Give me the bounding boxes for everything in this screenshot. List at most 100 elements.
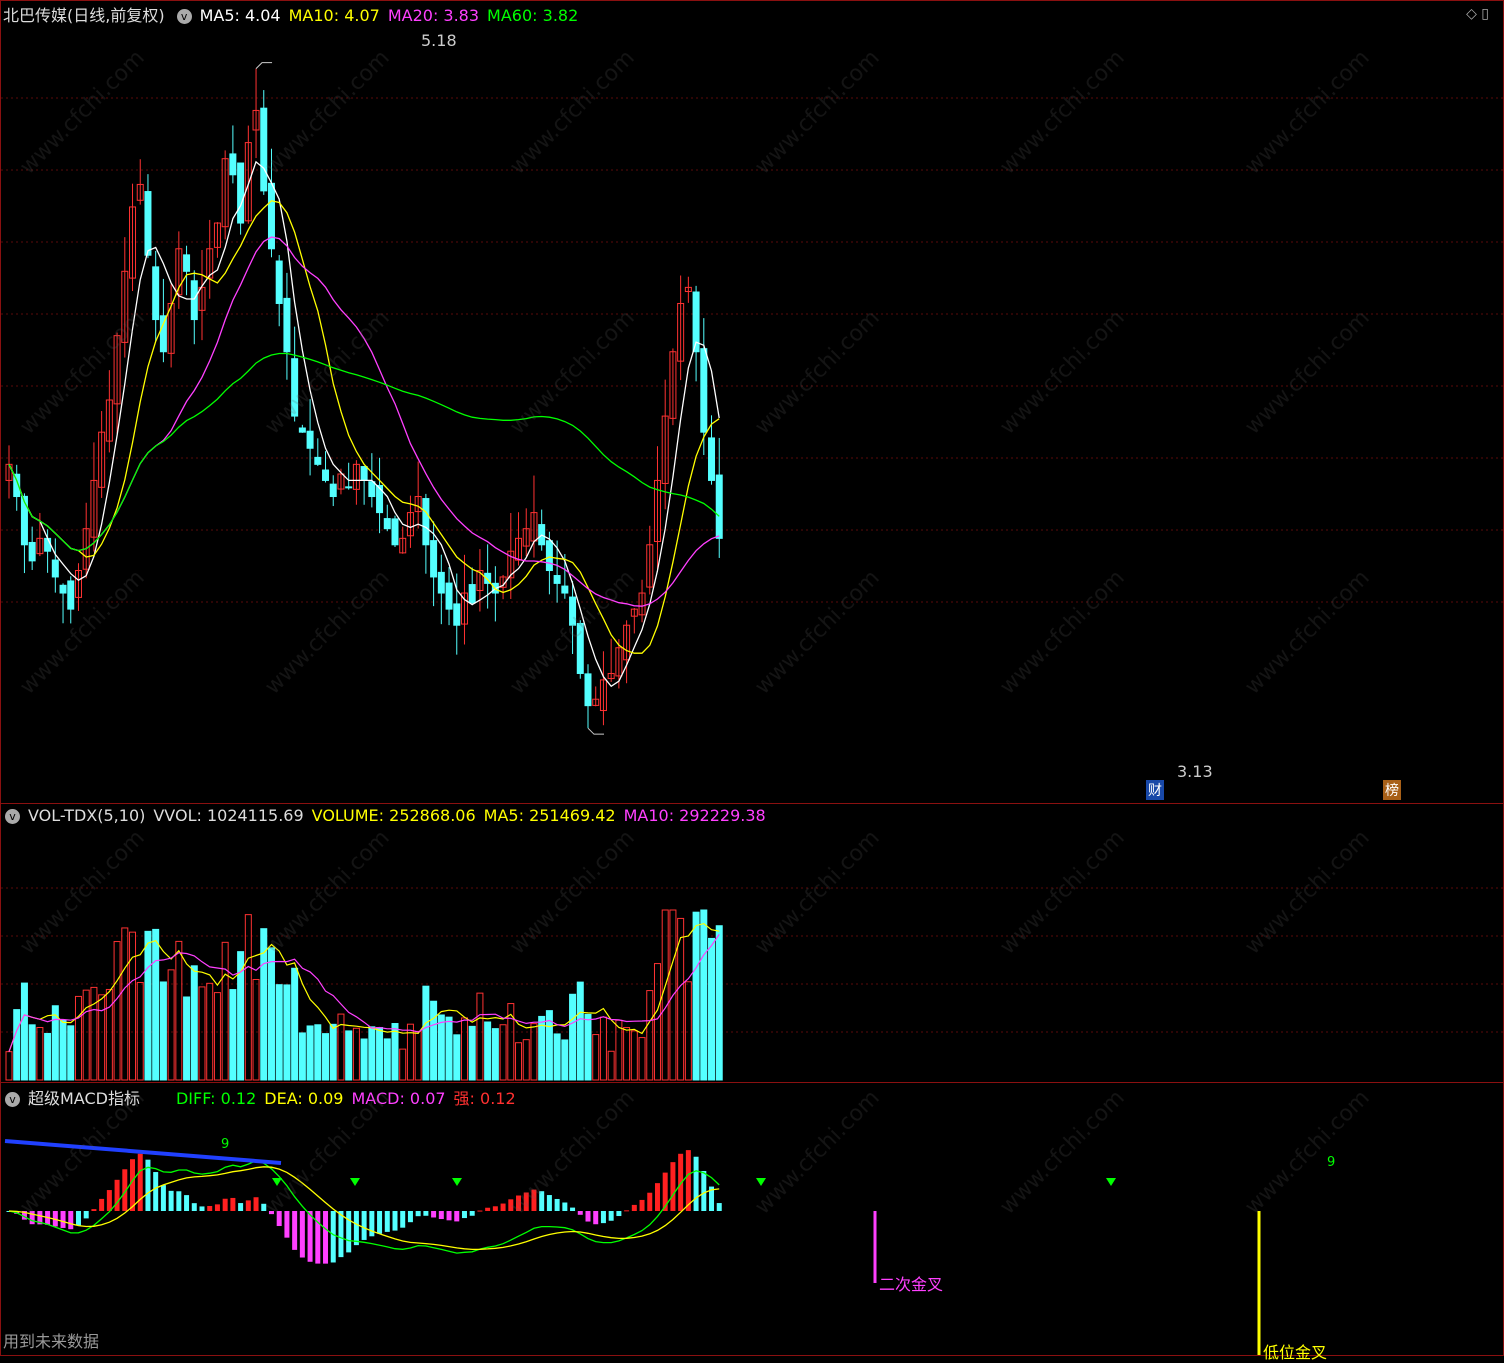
volume-bar [623, 1027, 631, 1081]
macd-panel[interactable]: v 超级MACD指标 DIFF: 0.12 DEA: 0.09 MACD: 0.07 强:… [1, 1082, 1503, 1362]
candle-body [298, 427, 306, 433]
macd-bar [461, 1211, 467, 1219]
volume-bar [352, 1027, 360, 1081]
macd-bar [68, 1211, 74, 1230]
macd-bar [546, 1195, 552, 1211]
vvol-label: VVOL: 1024115.69 [153, 806, 304, 825]
low-pointer [587, 727, 604, 735]
macd-bar [353, 1211, 359, 1246]
volume-bar [437, 1014, 445, 1081]
macd-bar [477, 1210, 483, 1212]
volume-bar [684, 981, 692, 1081]
macd-bar [423, 1211, 429, 1216]
volume-bar [468, 1025, 476, 1081]
volume-chart-svg[interactable] [1, 804, 1503, 1082]
volume-panel[interactable]: v VOL-TDX(5,10) VVOL: 1024115.69 VOLUME: 25… [1, 803, 1503, 1082]
macd-bar [492, 1206, 498, 1211]
macd-chart-svg[interactable] [1, 1083, 1503, 1357]
macd-bar [508, 1199, 514, 1211]
volume-bar [167, 969, 175, 1081]
ma20-line [8, 236, 720, 607]
volume-bar [74, 995, 82, 1081]
candle-body [468, 584, 476, 604]
macd-bar [29, 1211, 35, 1225]
blue-trend-line [4, 1139, 282, 1165]
macd-bar [716, 1203, 722, 1211]
volume-bar [345, 1030, 353, 1081]
diff-label: DIFF: 0.12 [175, 1089, 257, 1108]
candle-body [576, 622, 584, 674]
macd-bar [276, 1211, 282, 1227]
volume-bar [213, 992, 221, 1081]
macd-bar [701, 1170, 707, 1211]
volume-bar [383, 1038, 391, 1081]
ma5-label: MA5: 4.04 [199, 6, 281, 25]
volume-bar [445, 1016, 453, 1081]
candle-body [383, 518, 391, 530]
volume-bar [422, 985, 430, 1081]
volume-bar [376, 1027, 384, 1081]
ma20-label: MA20: 3.83 [387, 6, 480, 25]
panel-corner-icons[interactable]: ◇ ▯ [1466, 6, 1489, 22]
macd-bar [585, 1211, 591, 1222]
dropdown-icon[interactable]: v [5, 1092, 20, 1107]
candle-body [51, 559, 59, 578]
ma5-line [8, 160, 720, 688]
macd-bar [284, 1211, 290, 1238]
vol-title[interactable]: VOL-TDX(5,10) [28, 806, 145, 825]
macd-bar [99, 1198, 105, 1211]
candle-body [368, 481, 376, 498]
macd-bar [199, 1206, 205, 1211]
candle-body [708, 437, 716, 481]
volume-bar [183, 996, 191, 1081]
candle-body [430, 540, 438, 578]
stock-title[interactable]: 北巴传媒(日线,前复权) [3, 6, 165, 25]
volume-bar [522, 1039, 530, 1081]
candle-body [59, 584, 67, 594]
macd-bar [516, 1195, 522, 1211]
volume-bar [229, 989, 237, 1081]
volume-bar [360, 1038, 368, 1081]
macd-bar [245, 1200, 251, 1211]
candle-body [283, 297, 291, 353]
volume-bar [82, 989, 90, 1081]
volume-bar [283, 984, 291, 1081]
second-golden-cross-label: 二次金叉 [879, 1275, 944, 1294]
badge-bang[interactable]: 榜 [1383, 780, 1401, 800]
macd-bar [106, 1190, 112, 1211]
macd-bar [361, 1211, 367, 1240]
macd-bar [431, 1211, 437, 1218]
badge-cai[interactable]: 财 [1146, 780, 1164, 800]
candle-body [453, 603, 461, 626]
macd-bar [577, 1211, 583, 1215]
macd-bar [315, 1211, 321, 1264]
candle-body [445, 582, 453, 610]
volume-bar [67, 1025, 75, 1081]
macd-bar [268, 1211, 274, 1215]
macd-bar [176, 1191, 182, 1211]
candle-body [260, 107, 268, 192]
volume-bar [306, 1025, 314, 1081]
macd-title[interactable]: 超级MACD指标 [28, 1089, 140, 1108]
macd-bar [214, 1204, 220, 1211]
candle-body [28, 541, 36, 562]
volume-bar [430, 1000, 438, 1081]
vol-ma10-label: MA10: 292229.38 [623, 806, 766, 825]
nine-mark-1: 9 [221, 1137, 230, 1152]
macd-bar [222, 1198, 228, 1211]
macd-bar [392, 1211, 398, 1231]
volume-bar [576, 981, 584, 1081]
volume-bar [314, 1024, 322, 1081]
dropdown-icon[interactable]: v [176, 9, 192, 24]
macd-bar [554, 1198, 560, 1211]
volume-bar [646, 990, 654, 1081]
dropdown-icon[interactable]: v [5, 809, 20, 824]
macd-bar [130, 1159, 136, 1211]
macd-bar [377, 1211, 383, 1234]
price-panel[interactable]: 北巴传媒(日线,前复权) v MA5: 4.04 MA10: 4.07 MA20: 3.… [1, 0, 1503, 802]
volume-bar [221, 941, 229, 1081]
volume-bar [700, 909, 708, 1081]
macd-bar [523, 1192, 529, 1211]
price-chart-svg[interactable] [1, 0, 1503, 802]
macd-bar [608, 1211, 614, 1221]
